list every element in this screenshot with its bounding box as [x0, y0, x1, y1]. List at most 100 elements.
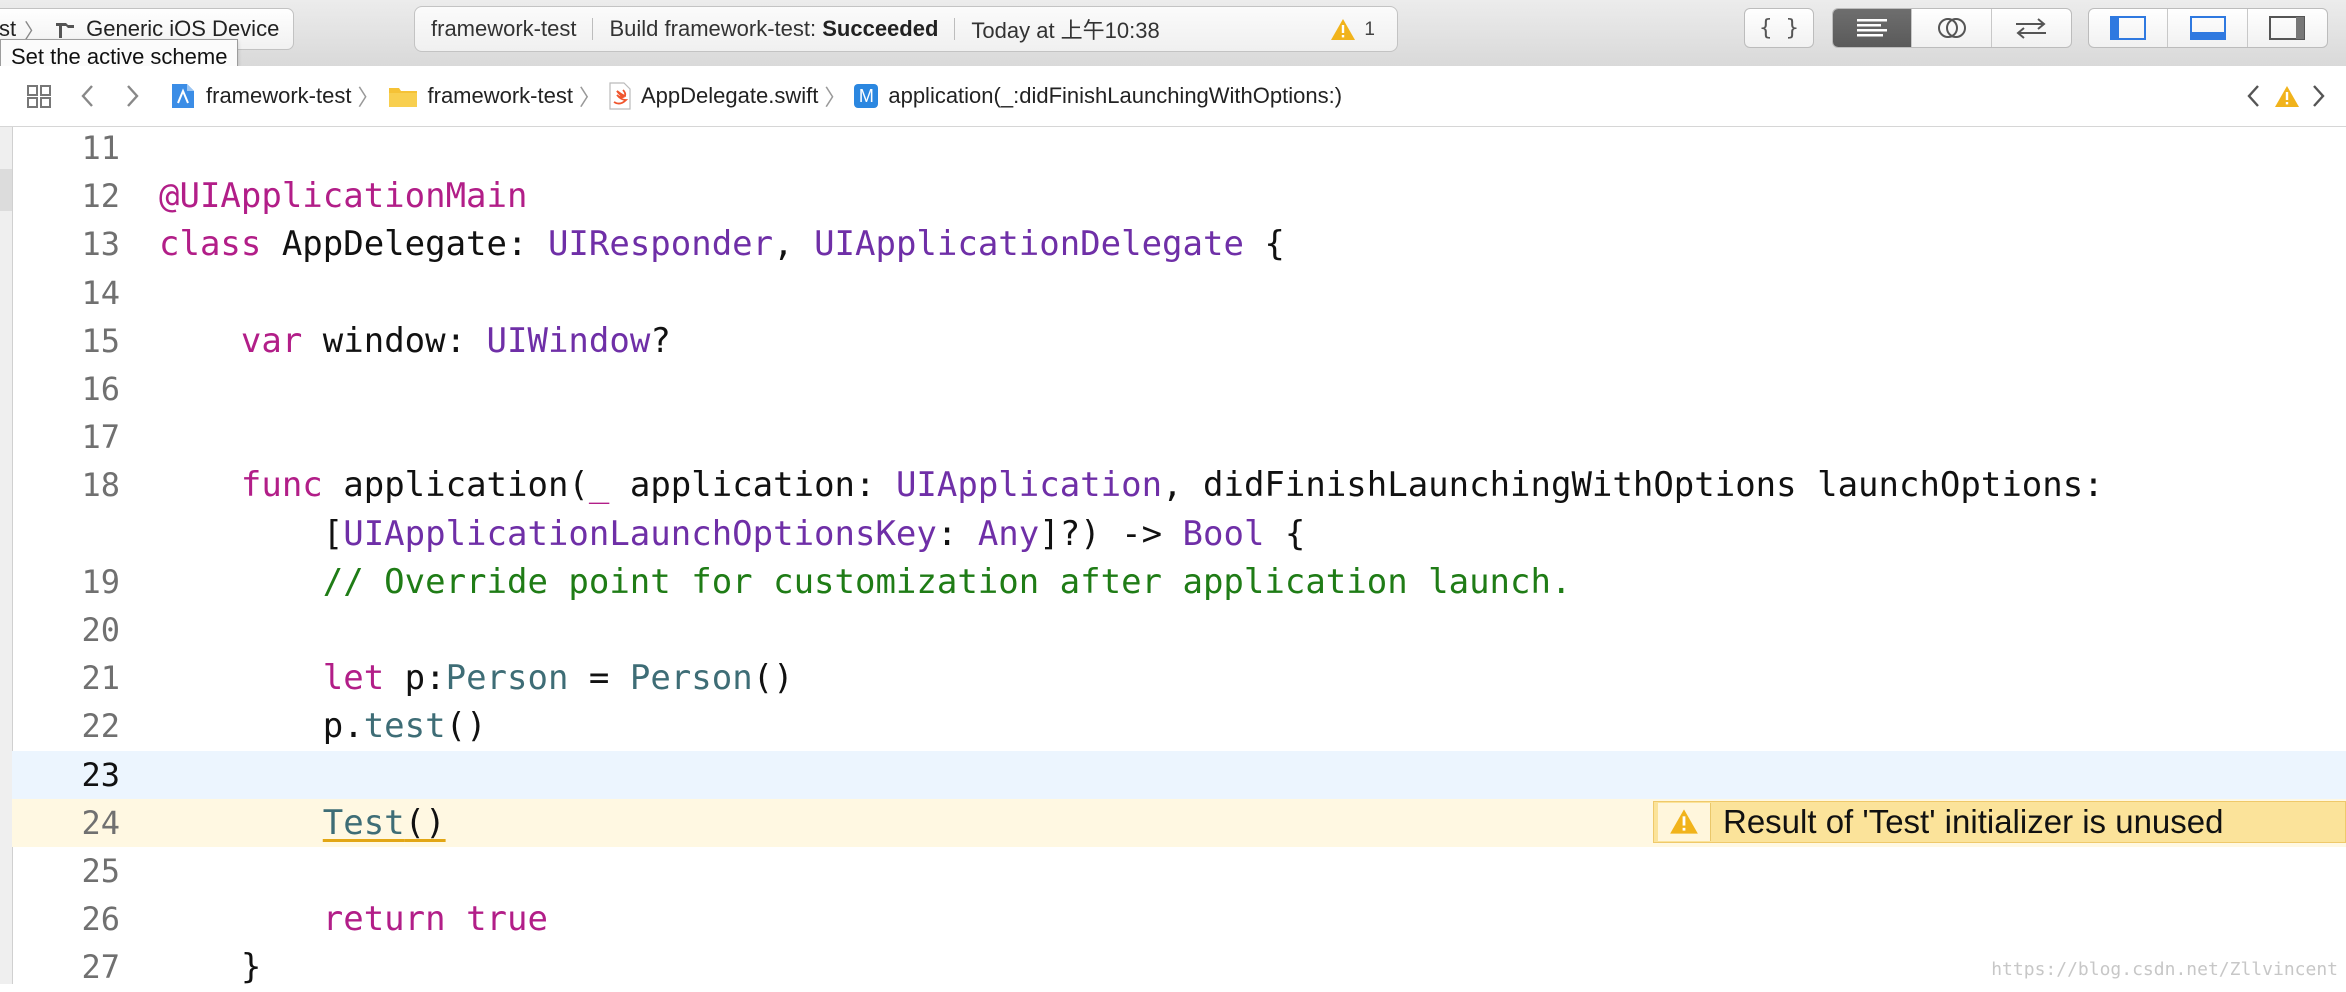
jump-item-group-label: framework-test	[427, 83, 573, 108]
code-line[interactable]: 12 @UIApplicationMain	[12, 172, 2346, 220]
code-text: @UIApplicationMain	[159, 172, 527, 220]
assistant-editor-button[interactable]	[1912, 9, 1992, 47]
chevron-right-icon: 〉	[824, 85, 847, 110]
line-number: 14	[81, 273, 120, 312]
jump-item-group[interactable]: framework-test	[388, 83, 573, 109]
code-line[interactable]: 22 p.test()	[12, 702, 2346, 750]
code-line[interactable]: 11	[12, 124, 2346, 172]
code-line[interactable]: 13 class AppDelegate: UIResponder, UIAppl…	[12, 220, 2346, 268]
code-line[interactable]: 19 // Override point for customization a…	[12, 558, 2346, 606]
code-line[interactable]: 15 var window: UIWindow?	[12, 317, 2346, 365]
lines-icon	[1857, 19, 1888, 37]
braces-icon: { }	[1759, 15, 1799, 41]
line-number: 25	[81, 852, 120, 890]
watermark: https://blog.csdn.net/Zllvincent	[1991, 959, 2338, 980]
standard-editor-button[interactable]	[1833, 9, 1913, 47]
utilities-toggle-button[interactable]	[2248, 9, 2327, 47]
previous-issue-button[interactable]	[2244, 66, 2262, 126]
left-panel-icon	[2110, 16, 2147, 40]
chevron-right-icon: 〉	[357, 85, 380, 110]
code-line-current[interactable]: 23	[12, 750, 2346, 799]
panel-toggle-control	[2088, 8, 2328, 48]
issue-indicator[interactable]	[2274, 66, 2300, 126]
code-text: [UIApplicationLaunchOptionsKey: Any]?) -…	[159, 510, 1306, 558]
code-token: {	[1243, 224, 1285, 265]
warning-icon	[1331, 19, 1356, 40]
next-issue-button[interactable]	[2310, 66, 2328, 126]
code-token: application(	[322, 465, 589, 506]
activity-project: framework-test	[431, 16, 577, 41]
code-line[interactable]: 21 let p:Person = Person()	[12, 654, 2346, 702]
code-snippet-button[interactable]: { }	[1745, 9, 1813, 47]
jump-item-method-label: application(_:didFinishLaunchingWithOpti…	[888, 83, 1343, 108]
chevron-left-icon	[81, 85, 93, 107]
jump-item-project[interactable]: framework-test	[170, 82, 351, 110]
bottom-panel-icon	[2189, 16, 2226, 40]
code-text: Test()	[159, 799, 446, 847]
code-line[interactable]: 20	[12, 606, 2346, 654]
line-number: 12	[81, 177, 120, 216]
warning-count-button[interactable]: 1	[1330, 18, 1375, 41]
code-token: p:	[384, 658, 446, 699]
build-time: Today at 上午10:38	[971, 18, 1160, 43]
code-line[interactable]: 26 return true	[12, 895, 2346, 943]
inline-issue-banner[interactable]: Result of 'Test' initializer is unused	[1653, 800, 2346, 843]
code-token: true	[466, 899, 548, 940]
warning-icon	[2275, 85, 2299, 107]
code-token: application:	[609, 465, 896, 506]
navigator-selection	[0, 169, 12, 211]
navigator-toggle-button[interactable]	[2089, 9, 2169, 47]
arrows-icon	[2016, 18, 2047, 39]
build-status-text: Build framework-test: Succeeded	[593, 16, 954, 42]
jump-item-method[interactable]: M application(_:didFinishLaunchingWithOp…	[854, 83, 1342, 109]
code-token: AppDelegate:	[261, 224, 548, 265]
version-editor-button[interactable]	[1992, 9, 2071, 47]
warning-icon-box	[1658, 802, 1711, 841]
forward-button[interactable]	[124, 66, 142, 126]
code-token: UIApplicationLaunchOptionsKey	[343, 513, 937, 554]
activity-viewer[interactable]: framework-test Build framework-test: Suc…	[414, 6, 1398, 52]
debug-area-toggle-button[interactable]	[2168, 9, 2248, 47]
jump-item-file-label: AppDelegate.swift	[641, 83, 819, 108]
right-panel-icon	[2269, 16, 2306, 40]
code-line[interactable]: 16	[12, 365, 2346, 413]
code-token: var	[240, 320, 303, 361]
related-items-button[interactable]	[26, 66, 52, 126]
code-snippet-button-group: { }	[1744, 8, 1814, 48]
code-token: UIApplicationDelegate	[814, 224, 1244, 265]
code-line[interactable]: [UIApplicationLaunchOptionsKey: Any]?) -…	[12, 510, 2346, 558]
code-token: {	[1264, 513, 1306, 554]
code-token: ()	[445, 706, 487, 747]
code-line[interactable]: 25	[12, 847, 2346, 895]
build-status: Succeeded	[822, 16, 939, 41]
code-token: }	[159, 947, 262, 988]
code-token: Person	[629, 658, 753, 699]
code-token: :	[936, 513, 978, 554]
issue-message: Result of 'Test' initializer is unused	[1723, 802, 2224, 840]
code-text: p.test()	[159, 702, 487, 750]
swift-file-icon	[609, 82, 631, 110]
code-line[interactable]: 18 func application(_ application: UIApp…	[12, 461, 2346, 509]
code-token: [	[159, 513, 344, 554]
line-number: 17	[81, 418, 120, 457]
line-number: 13	[81, 225, 120, 264]
code-line-warning[interactable]: 24 Test() Result of 'Test' initializer is…	[12, 798, 2346, 847]
jump-item-file[interactable]: AppDelegate.swift	[609, 82, 818, 110]
grid-icon	[27, 85, 51, 108]
code-line[interactable]: 17	[12, 413, 2346, 461]
code-token: return	[322, 899, 446, 940]
code-token: p.	[159, 706, 364, 747]
source-editor[interactable]: 11 12 @UIApplicationMain 13 class AppDelegat…	[0, 124, 2346, 988]
editor-mode-control	[1832, 8, 2072, 48]
code-token: , didFinishLaunchingWithOptions launchOp…	[1162, 465, 2104, 506]
build-prefix: Build framework-test:	[609, 16, 817, 41]
line-number: 24	[81, 803, 120, 842]
code-line[interactable]: 14	[12, 269, 2346, 317]
jump-bar: framework-test 〉 framework-test 〉 AppDel…	[0, 66, 2346, 127]
code-text: return true	[159, 895, 548, 943]
back-button[interactable]	[78, 66, 96, 126]
